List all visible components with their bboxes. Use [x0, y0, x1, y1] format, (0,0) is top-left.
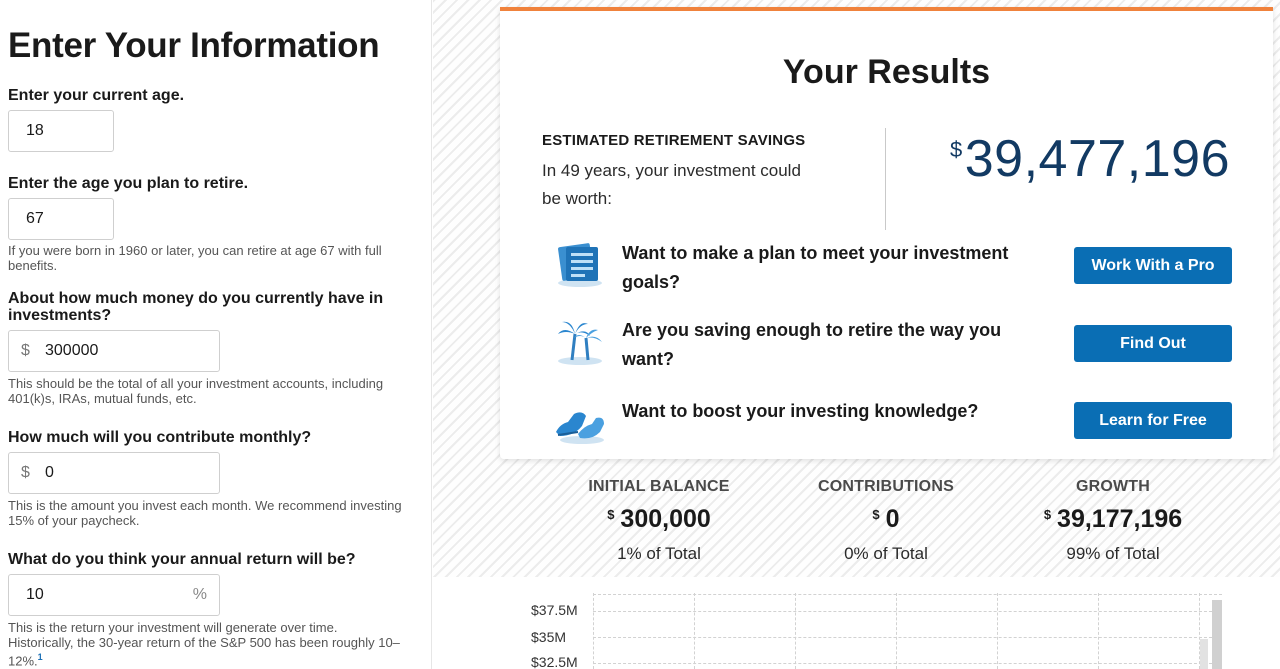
current-age-label: Enter your current age. [8, 87, 185, 104]
return-hint: This is the return your investment will … [8, 620, 403, 668]
stat-contributions: CONTRIBUTIONS $0 0% of Total [766, 478, 1006, 564]
stat-label: CONTRIBUTIONS [818, 478, 954, 495]
retire-age-hint: If you were born in 1960 or later, you c… [8, 243, 382, 273]
footnote-link[interactable]: 1 [38, 652, 43, 662]
estimated-amount-value: 39,477,196 [964, 130, 1230, 188]
sneakers-icon [556, 412, 604, 444]
find-out-button[interactable]: Find Out [1074, 325, 1232, 362]
cta-row-plan: Want to make a plan to meet your investm… [542, 239, 1232, 299]
learn-for-free-button[interactable]: Learn for Free [1074, 402, 1232, 439]
grid-line [896, 593, 897, 669]
savings-value: 300000 [45, 342, 99, 359]
stat-percent: 0% of Total [844, 544, 928, 563]
percent-suffix: % [192, 586, 207, 603]
results-title: Your Results [782, 53, 991, 91]
monthly-label: How much will you contribute monthly? [8, 429, 312, 446]
input-panel: Enter Your Information Enter your curren… [0, 0, 432, 669]
stat-label: GROWTH [1075, 478, 1151, 495]
retire-age-value: 67 [26, 210, 44, 227]
return-label: What do you think your annual return wil… [8, 551, 356, 568]
palm-tree-icon [558, 321, 602, 365]
cta-plan-text: Want to make a plan to meet your investm… [622, 243, 1009, 292]
grid-line [1098, 593, 1099, 669]
estimate-title: ESTIMATED RETIREMENT SAVINGS [542, 132, 806, 149]
stat-amount-value: 39,177,196 [1057, 505, 1183, 533]
retire-age-label: Enter the age you plan to retire. [8, 175, 249, 192]
grid-line [593, 637, 1222, 638]
current-age-input[interactable]: 18 [8, 110, 114, 152]
form-title: Enter Your Information [8, 26, 380, 65]
grid-line [593, 663, 1222, 664]
estimate-subtitle: In 49 years, your investment could be wo… [542, 161, 801, 208]
chart-bar [1212, 600, 1222, 669]
cta-row-saving: Are you saving enough to retire the way … [542, 316, 1232, 376]
stat-percent: 1% of Total [617, 544, 701, 563]
grid-line [795, 593, 796, 669]
savings-label: About how much money do you currently ha… [8, 290, 384, 324]
y-tick-label: $32.5M [531, 654, 578, 669]
currency-symbol: $ [1043, 507, 1052, 522]
monthly-hint: This is the amount you invest each month… [8, 498, 402, 528]
divider [885, 128, 886, 230]
estimated-amount: $39,477,196 [950, 129, 1230, 189]
currency-symbol: $ [872, 507, 880, 522]
monthly-value: 0 [45, 464, 54, 481]
savings-input[interactable]: $ 300000 [8, 330, 220, 372]
grid-line [593, 593, 594, 669]
y-tick-label: $37.5M [531, 602, 578, 618]
document-icon [558, 243, 602, 287]
stat-label: INITIAL BALANCE [588, 478, 730, 495]
current-age-value: 18 [26, 122, 44, 139]
cta-knowledge-text: Want to boost your investing knowledge? [622, 401, 979, 421]
stat-growth: GROWTH $39,177,196 99% of Total [993, 478, 1233, 564]
stat-initial-balance: INITIAL BALANCE $300,000 1% of Total [539, 478, 779, 564]
grid-line [694, 593, 695, 669]
chart-bar [1200, 639, 1208, 669]
return-hint-text: This is the return your investment will … [8, 620, 400, 669]
currency-symbol: $ [607, 507, 615, 522]
dollar-prefix: $ [21, 342, 30, 359]
stat-amount: $300,000 [539, 505, 779, 534]
results-card: Your Results ESTIMATED RETIREMENT SAVING… [500, 7, 1273, 459]
stat-percent: 99% of Total [1066, 544, 1160, 563]
cta-row-knowledge: Want to boost your investing knowledge? … [542, 401, 1232, 462]
retire-age-input[interactable]: 67 [8, 198, 114, 240]
work-with-a-pro-button[interactable]: Work With a Pro [1074, 247, 1232, 284]
growth-chart: $37.5M $35M $32.5M [433, 577, 1280, 669]
dollar-prefix: $ [21, 464, 30, 481]
cta-saving-text: Are you saving enough to retire the way … [622, 320, 1002, 369]
return-input[interactable]: 10 % [8, 574, 220, 616]
stat-amount-value: 0 [885, 505, 900, 533]
currency-symbol: $ [949, 137, 963, 162]
y-tick-label: $35M [531, 629, 567, 645]
stat-amount-value: 300,000 [620, 505, 711, 533]
return-value: 10 [26, 586, 44, 603]
grid-line [997, 593, 998, 669]
grid-line [593, 594, 1222, 595]
grid-line [593, 611, 1222, 612]
stat-amount: $0 [766, 505, 1006, 534]
monthly-input[interactable]: $ 0 [8, 452, 220, 494]
savings-hint: This should be the total of all your inv… [8, 376, 384, 406]
stat-amount: $39,177,196 [993, 505, 1233, 534]
